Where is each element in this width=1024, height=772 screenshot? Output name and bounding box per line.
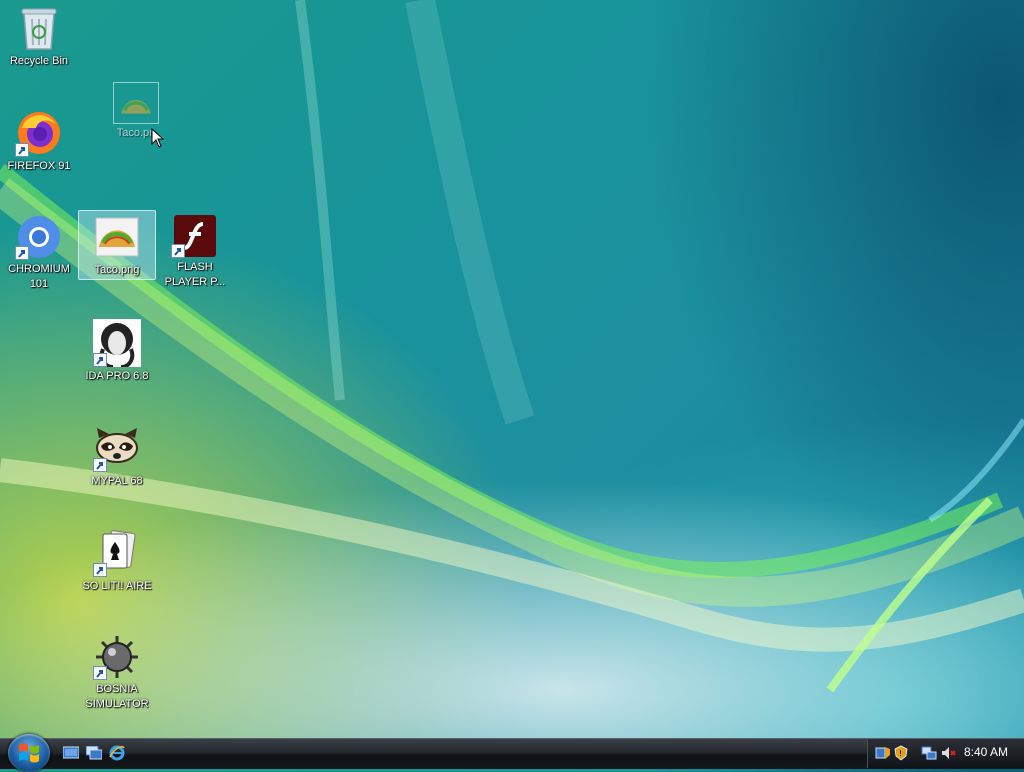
- icon-label: Recycle Bin: [9, 55, 69, 67]
- icon-label: FLASH PLAYER P...: [164, 261, 226, 288]
- taco-image-icon: [93, 213, 141, 261]
- desktop-icon-mypal[interactable]: MYPAL 68: [78, 422, 156, 492]
- shortcut-arrow-icon: [93, 666, 107, 680]
- icon-label: CHROMIUM 101: [8, 263, 70, 290]
- shortcut-arrow-icon: [93, 563, 107, 577]
- icon-label: SO LIT!! AIRE: [82, 580, 152, 592]
- desktop-icon-firefox[interactable]: FIREFOX 91: [0, 107, 78, 177]
- show-desktop-icon: [63, 746, 79, 759]
- start-button[interactable]: [8, 734, 50, 772]
- shortcut-arrow-icon: [15, 143, 29, 157]
- raccoon-icon: [93, 424, 141, 472]
- icon-label: BOSNIA SIMULATOR: [85, 683, 149, 710]
- flash-player-icon: [171, 214, 219, 258]
- mouse-cursor-icon: [151, 128, 165, 148]
- desktop-icon-bosnia-simulator[interactable]: BOSNIA SIMULATOR: [78, 632, 156, 710]
- taco-image-icon: [113, 82, 159, 124]
- volume-muted-icon[interactable]: [940, 745, 956, 761]
- desktop-icon-chromium[interactable]: CHROMIUM 101: [0, 212, 78, 290]
- mine-icon: [93, 634, 141, 680]
- security-center-icon[interactable]: [875, 745, 891, 761]
- shortcut-arrow-icon: [171, 244, 185, 258]
- desktop-icon-taco-png[interactable]: Taco.png: [78, 210, 156, 280]
- drag-ghost-label: Taco.pn: [116, 127, 156, 139]
- desktop-icon-ida-pro[interactable]: IDA PRO 6.8: [78, 317, 156, 387]
- playing-cards-icon: [93, 529, 141, 577]
- shortcut-arrow-icon: [15, 246, 29, 260]
- icon-label: IDA PRO 6.8: [85, 370, 149, 382]
- quicklaunch-switch-windows[interactable]: [85, 745, 103, 761]
- quicklaunch-internet-explorer[interactable]: [108, 745, 126, 761]
- shortcut-arrow-icon: [93, 458, 107, 472]
- icon-label: Taco.png: [94, 264, 140, 276]
- desktop-icon-solitaire[interactable]: SO LIT!! AIRE: [78, 527, 156, 597]
- network-icon[interactable]: [921, 745, 937, 761]
- quicklaunch-show-desktop[interactable]: [62, 745, 80, 761]
- desktop-icon-recycle-bin[interactable]: Recycle Bin: [0, 2, 78, 72]
- switch-windows-icon: [86, 746, 102, 760]
- ida-pro-icon: [93, 319, 141, 367]
- svg-text:!: !: [899, 749, 902, 758]
- internet-explorer-icon: [109, 745, 125, 761]
- taskbar-clock[interactable]: 8:40 AM: [964, 745, 1008, 759]
- chromium-icon: [15, 214, 63, 260]
- icon-label: MYPAL 68: [91, 475, 143, 487]
- recycle-bin-icon: [15, 4, 63, 52]
- desktop-icon-flash-player[interactable]: FLASH PLAYER P...: [156, 212, 234, 288]
- icon-label: FIREFOX 91: [7, 160, 71, 172]
- windows-logo-icon: [19, 743, 39, 763]
- windows-defender-icon[interactable]: !: [893, 745, 909, 761]
- shortcut-arrow-icon: [93, 353, 107, 367]
- firefox-icon: [15, 109, 63, 157]
